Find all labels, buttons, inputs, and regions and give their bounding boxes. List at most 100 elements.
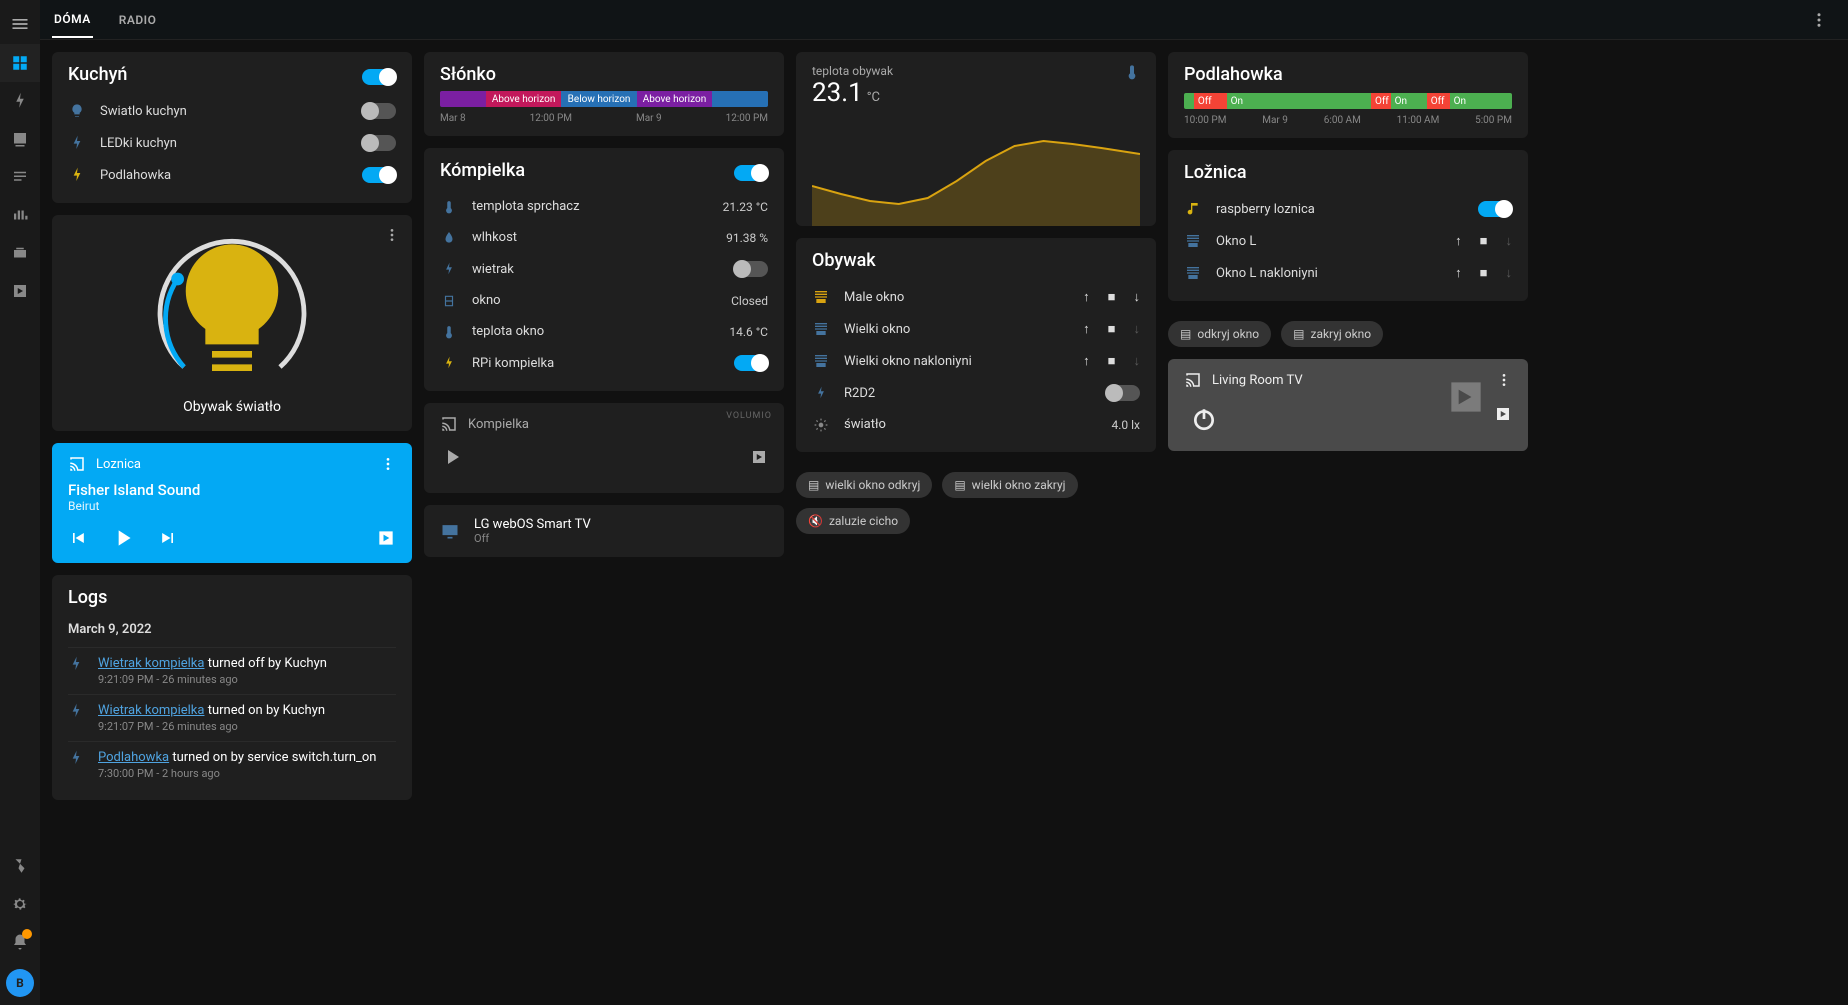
- stop-icon[interactable]: ■: [1480, 265, 1488, 281]
- tab-doma[interactable]: DÓMA: [52, 2, 93, 38]
- nav-devtools[interactable]: [0, 847, 40, 885]
- mute-icon: 🔇: [808, 514, 823, 528]
- toggle-podlahowka[interactable]: [362, 167, 396, 183]
- flash-icon: [440, 356, 458, 370]
- skip-previous-icon[interactable]: [68, 528, 88, 548]
- row-label[interactable]: teplota okno: [472, 324, 715, 339]
- cover-label[interactable]: Wielki okno nakloniyni: [844, 354, 1069, 369]
- arrow-down-icon[interactable]: ↓: [1134, 321, 1141, 337]
- group-toggle-kompielka[interactable]: [734, 165, 768, 181]
- media-source[interactable]: Loznica: [96, 457, 141, 472]
- tab-radio[interactable]: RADIO: [117, 3, 159, 37]
- nav-config[interactable]: [0, 885, 40, 923]
- toggle-r2d2[interactable]: [1106, 385, 1140, 401]
- nav-energy[interactable]: [0, 82, 40, 120]
- arrow-down-icon[interactable]: ↓: [1134, 353, 1141, 369]
- play-icon[interactable]: [440, 445, 464, 469]
- row-label[interactable]: wlhkost: [472, 230, 712, 245]
- row-label[interactable]: światło: [844, 417, 1098, 432]
- log-entry: Wietrak kompielka turned off by Kuchyn 9…: [68, 647, 396, 694]
- row-label[interactable]: Swiatlo kuchyn: [100, 104, 348, 119]
- card-kompielka: Kómpielka templota sprchacz21.23 °C wlhk…: [424, 148, 784, 391]
- stop-icon[interactable]: ■: [1108, 289, 1116, 305]
- cover-label[interactable]: Wielki okno: [844, 322, 1069, 337]
- toggle-swiatlo-kuchyn[interactable]: [362, 103, 396, 119]
- log-entity-link[interactable]: Wietrak kompielka: [98, 656, 204, 671]
- chip-zakryj-okno[interactable]: ▤zakryj okno: [1281, 321, 1383, 347]
- card-kuchyn: Kuchyń Swiatlo kuchyn LEDki kuchyn: [52, 52, 412, 203]
- chip-odkryj[interactable]: ▤wielki okno odkryj: [796, 472, 932, 498]
- topbar: DÓMA RADIO: [40, 0, 1848, 40]
- arrow-down-icon[interactable]: ↓: [1506, 233, 1513, 249]
- row-label[interactable]: templota sprchacz: [472, 199, 709, 214]
- hamburger-menu[interactable]: [0, 4, 40, 44]
- row-label[interactable]: okno: [472, 293, 717, 308]
- sun-timeline[interactable]: Above horizonBelow horizonAbove horizon: [440, 91, 768, 107]
- nav-overview[interactable]: [0, 44, 40, 82]
- browse-media-icon[interactable]: [750, 448, 768, 466]
- nav-logbook[interactable]: [0, 158, 40, 196]
- thermometer-icon: [440, 200, 458, 214]
- chip-zaluzie[interactable]: 🔇zaluzie cicho: [796, 508, 910, 534]
- arrow-down-icon[interactable]: ↓: [1506, 265, 1513, 281]
- cover-label[interactable]: Male okno: [844, 290, 1069, 305]
- row-label[interactable]: R2D2: [844, 386, 1092, 401]
- media-source[interactable]: Kompielka: [468, 417, 529, 432]
- chip-zakryj[interactable]: ▤wielki okno zakryj: [942, 472, 1077, 498]
- sensor-unit: °C: [867, 90, 880, 105]
- log-entity-link[interactable]: Podlahowka: [98, 750, 169, 765]
- row-label[interactable]: LEDki kuchyn: [100, 136, 348, 151]
- nav-history[interactable]: [0, 196, 40, 234]
- toggle-ledki-kuchyn[interactable]: [362, 135, 396, 151]
- card-title: Kómpielka: [440, 160, 525, 181]
- arrow-up-icon[interactable]: ↑: [1083, 353, 1090, 369]
- history-timeline[interactable]: OffOnOffOnOffOn: [1184, 93, 1512, 109]
- toggle-raspberry[interactable]: [1478, 201, 1512, 217]
- arrow-up-icon[interactable]: ↑: [1455, 265, 1462, 281]
- user-avatar[interactable]: B: [6, 969, 34, 997]
- row-label[interactable]: RPi kompielka: [472, 356, 720, 371]
- nav-media[interactable]: [0, 272, 40, 310]
- overflow-menu[interactable]: [1802, 11, 1836, 29]
- chip-odkryj-okno[interactable]: ▤odkryj okno: [1168, 321, 1271, 347]
- brightness-slider[interactable]: [152, 231, 312, 391]
- nav-hacs[interactable]: [0, 234, 40, 272]
- card-temp-obywak[interactable]: teplota obywak 23.1°C: [796, 52, 1156, 226]
- log-entity-link[interactable]: Wietrak kompielka: [98, 703, 204, 718]
- nav-map[interactable]: [0, 120, 40, 158]
- card-webos[interactable]: LG webOS Smart TV Off: [424, 505, 784, 557]
- arrow-up-icon[interactable]: ↑: [1455, 233, 1462, 249]
- toggle-wietrak[interactable]: [734, 261, 768, 277]
- arrow-down-icon[interactable]: ↓: [1134, 289, 1141, 305]
- row-label[interactable]: Podlahowka: [100, 168, 348, 183]
- toggle-rpi-kompielka[interactable]: [734, 355, 768, 371]
- power-button[interactable]: [1184, 399, 1224, 439]
- row-label[interactable]: raspberry loznica: [1216, 202, 1464, 217]
- stop-icon[interactable]: ■: [1108, 353, 1116, 369]
- skip-next-icon[interactable]: [158, 528, 178, 548]
- arrow-up-icon[interactable]: ↑: [1083, 321, 1090, 337]
- media-source[interactable]: Living Room TV: [1212, 373, 1303, 388]
- play-icon[interactable]: [110, 525, 136, 551]
- cover-label[interactable]: Okno L nakloniyni: [1216, 266, 1441, 281]
- lightbulb-icon[interactable]: [152, 231, 312, 391]
- blinds-icon: [812, 353, 830, 369]
- card-title: Ložnica: [1184, 162, 1512, 183]
- webos-name: LG webOS Smart TV: [474, 517, 591, 532]
- cover-label[interactable]: Okno L: [1216, 234, 1441, 249]
- stop-icon[interactable]: ■: [1480, 233, 1488, 249]
- nav-notifications[interactable]: [0, 923, 40, 961]
- group-toggle-kuchyn[interactable]: [362, 69, 396, 85]
- row-label[interactable]: wietrak: [472, 262, 720, 277]
- media-brand: VOLUMIO: [726, 411, 772, 421]
- arrow-up-icon[interactable]: ↑: [1083, 289, 1090, 305]
- card-menu[interactable]: [384, 227, 400, 243]
- card-menu[interactable]: [1496, 372, 1512, 388]
- log-date: March 9, 2022: [68, 622, 396, 637]
- media-card-loznica: Loznica Fisher Island Sound Beirut: [52, 443, 412, 563]
- card-title: Słónko: [440, 64, 768, 85]
- browse-media-icon[interactable]: [1494, 405, 1512, 423]
- card-menu[interactable]: [380, 456, 396, 472]
- stop-icon[interactable]: ■: [1108, 321, 1116, 337]
- browse-media-icon[interactable]: [376, 528, 396, 548]
